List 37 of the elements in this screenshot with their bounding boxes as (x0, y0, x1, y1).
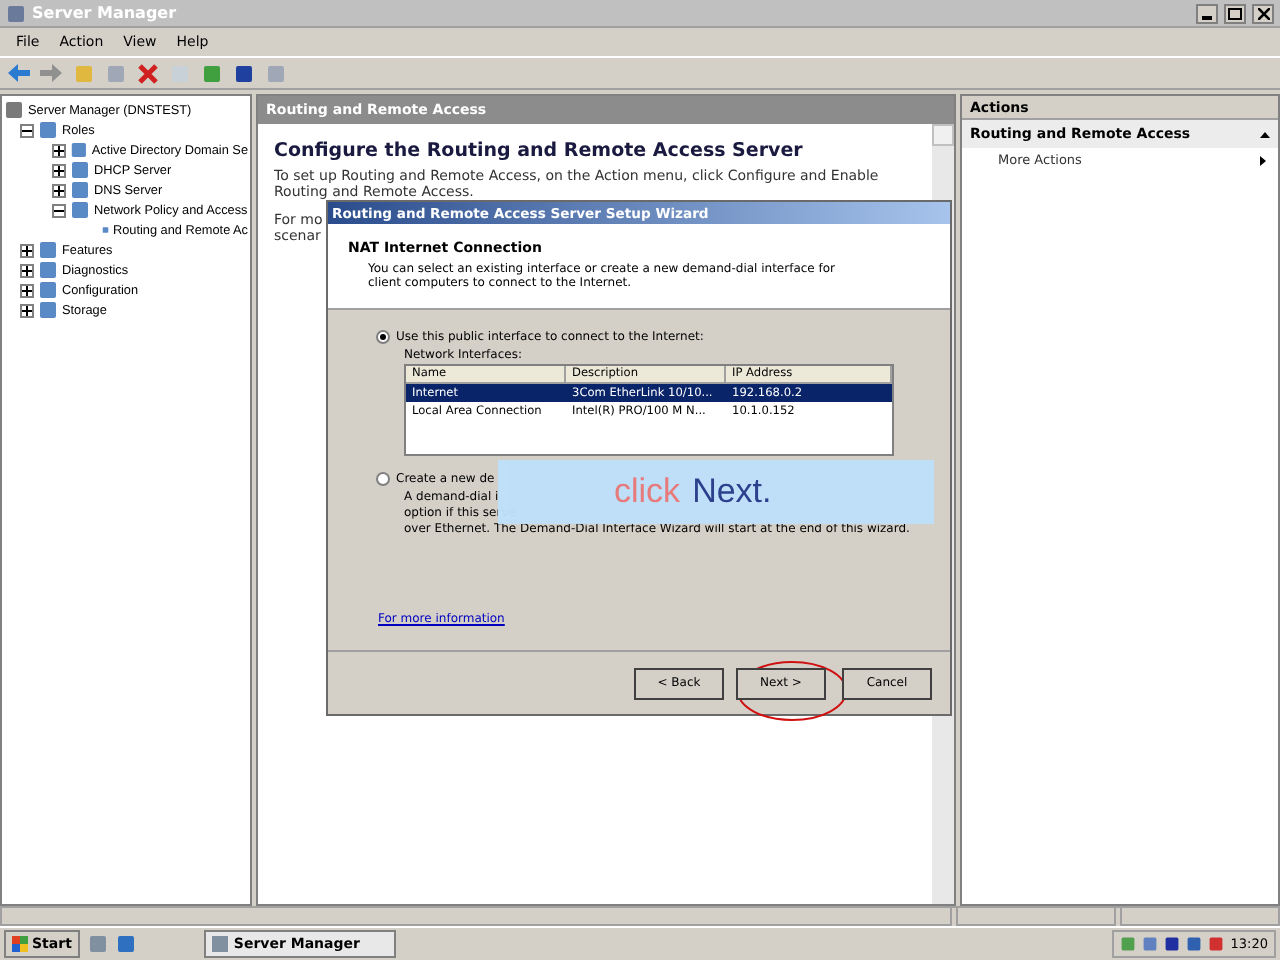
expand-icon[interactable] (52, 163, 66, 177)
node-icon (70, 140, 88, 160)
collapse-icon[interactable] (1260, 131, 1270, 137)
maximize-button[interactable] (1224, 3, 1246, 23)
expand-icon[interactable] (20, 243, 34, 257)
expand-icon[interactable] (20, 263, 34, 277)
node-icon (70, 180, 90, 200)
page-heading: Configure the Routing and Remote Access Server (274, 140, 805, 162)
node-icon (38, 240, 58, 260)
collapse-icon[interactable] (20, 123, 34, 137)
radio-button[interactable] (376, 472, 390, 486)
expand-icon[interactable] (20, 283, 34, 297)
node-icon (38, 260, 58, 280)
delete-icon[interactable] (134, 60, 160, 86)
node-icon (38, 120, 58, 140)
close-icon (1257, 7, 1269, 19)
back-icon[interactable] (6, 60, 32, 86)
submenu-arrow-icon (1260, 155, 1266, 165)
node-icon (38, 280, 58, 300)
help-icon[interactable] (230, 60, 256, 86)
node-icon (70, 200, 90, 220)
collapse-icon[interactable] (52, 203, 66, 217)
radio-button[interactable] (376, 330, 390, 344)
node-icon (70, 160, 90, 180)
callout-text: Next. (692, 472, 772, 512)
app-icon (6, 3, 26, 23)
window-title: Server Manager (32, 4, 179, 22)
highlight-ellipse (736, 660, 848, 722)
expand-icon[interactable] (52, 183, 66, 197)
maximize-icon (1228, 7, 1242, 19)
callout-text: click (614, 472, 681, 512)
expand-icon[interactable] (20, 303, 34, 317)
node-icon (38, 300, 58, 320)
close-button[interactable] (1252, 3, 1274, 23)
flag-icon (12, 936, 28, 952)
expand-icon[interactable] (52, 143, 66, 157)
minimize-button[interactable] (1196, 3, 1218, 23)
